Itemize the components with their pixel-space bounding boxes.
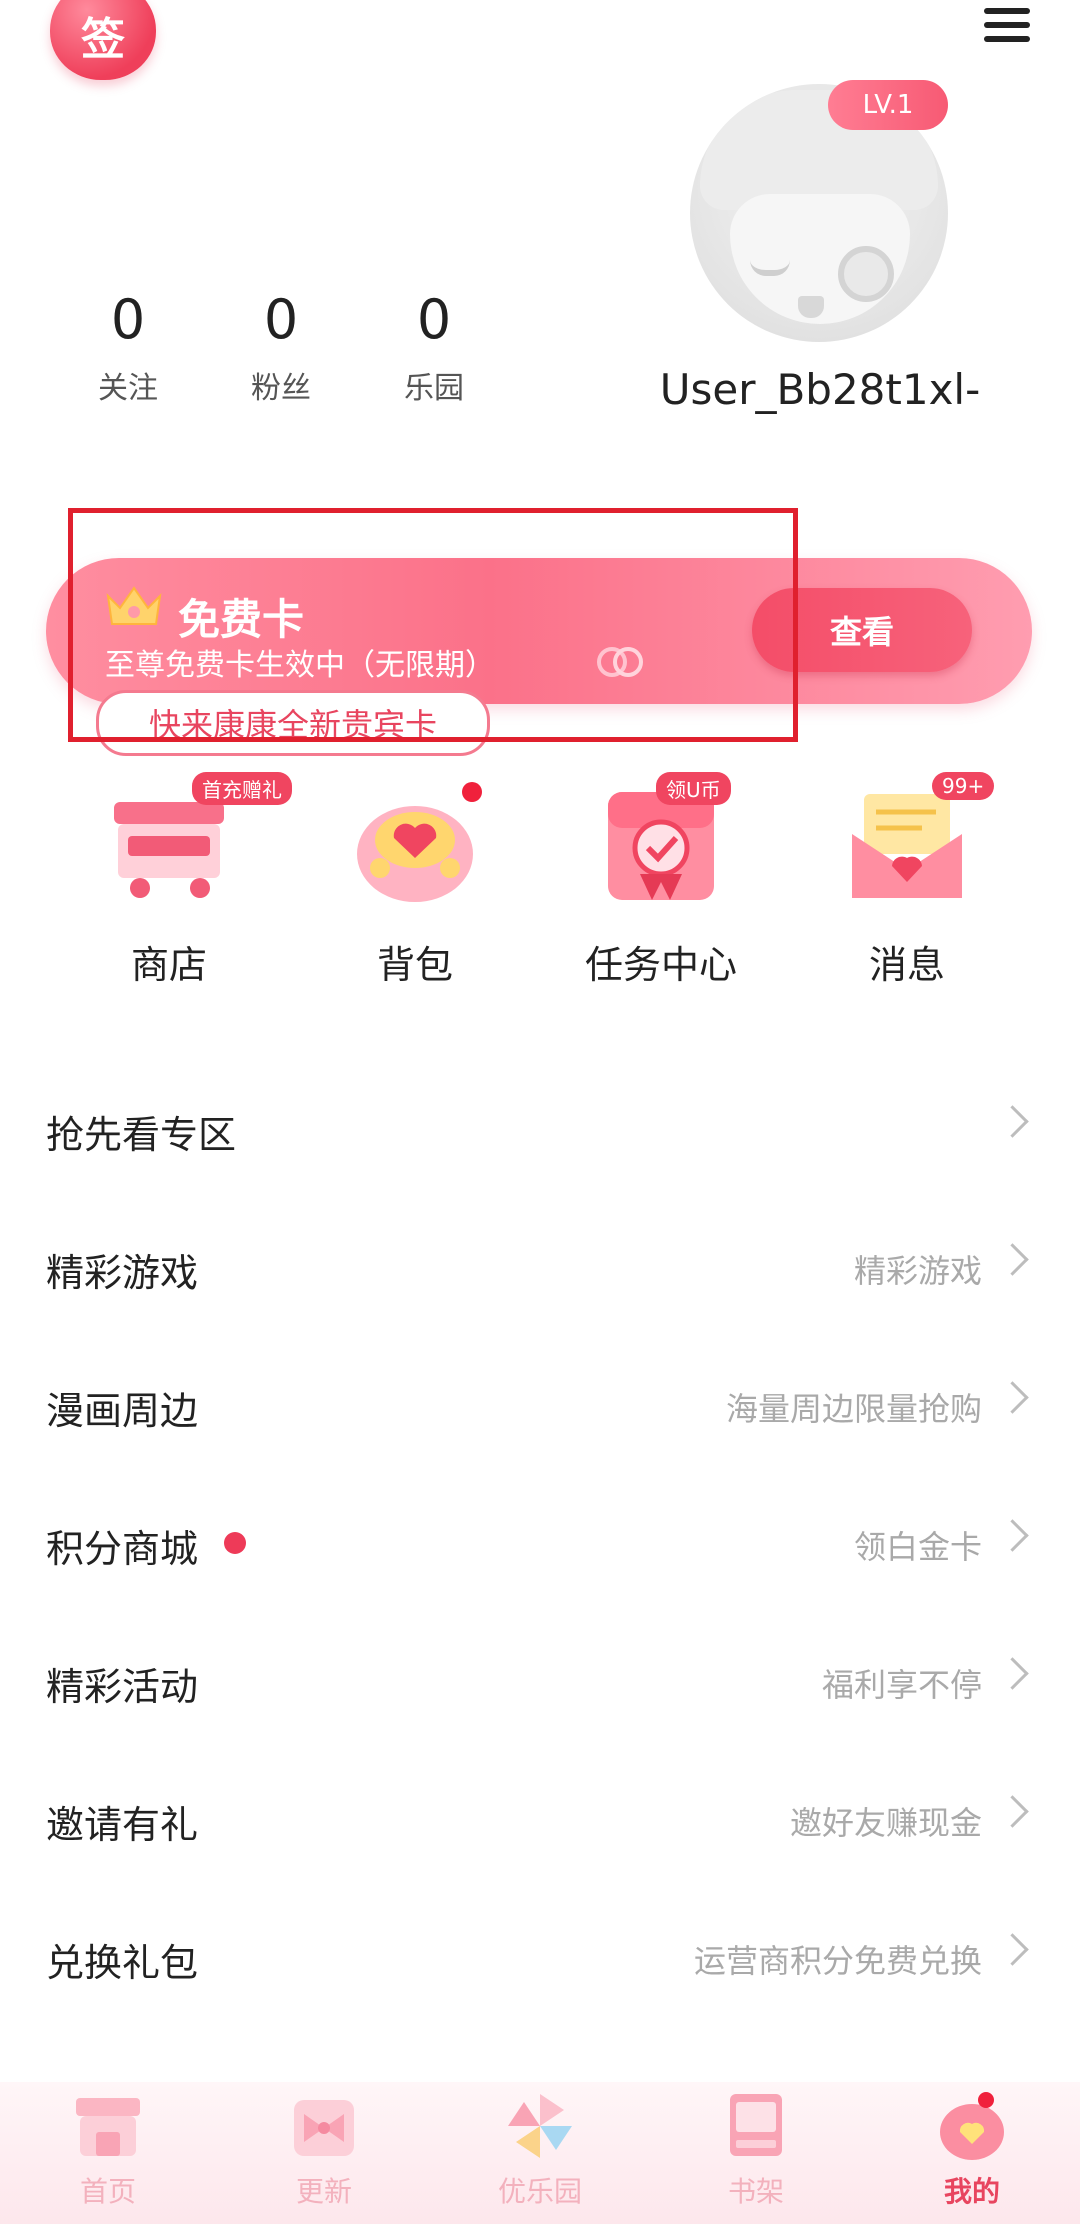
menu-title: 漫画周边	[46, 1389, 199, 1433]
menu-subtitle: 精彩游戏	[853, 1252, 982, 1290]
grid-item-task-center[interactable]: 领U币 任务中心	[556, 772, 766, 989]
menu-row-games[interactable]: 精彩游戏 精彩游戏	[0, 1200, 1080, 1338]
task-gift-icon: 领U币	[596, 772, 731, 908]
sign-in-label: 签	[81, 14, 125, 65]
backpack-icon	[350, 778, 482, 908]
menu-title: 兑换礼包	[46, 1941, 199, 1985]
tab-label: 我的	[943, 2175, 1000, 2208]
menu-subtitle: 邀好友赚现金	[789, 1804, 982, 1842]
hamburger-menu-icon[interactable]	[984, 8, 1030, 48]
notification-dot	[224, 1532, 246, 1554]
tab-label: 书架	[727, 2175, 784, 2208]
menu-title: 精彩游戏	[46, 1251, 199, 1295]
shop-tag: 首充赠礼	[192, 772, 292, 805]
menu-row-redeem[interactable]: 兑换礼包 运营商积分免费兑换	[0, 1890, 1080, 2028]
shop-cart-icon: 首充赠礼	[104, 772, 292, 908]
update-bow-icon	[294, 2100, 354, 2156]
stat-follow-label: 关注	[98, 371, 158, 406]
menu-row-invite[interactable]: 邀请有礼 邀好友赚现金	[0, 1752, 1080, 1890]
stat-fans[interactable]: 0 粉丝	[211, 288, 351, 407]
menu-subtitle: 海量周边限量抢购	[725, 1390, 982, 1428]
tab-label: 更新	[295, 2175, 352, 2208]
chevron-right-icon	[996, 1795, 1029, 1828]
backpack-dot	[462, 782, 482, 802]
bookshelf-icon	[730, 2094, 782, 2156]
tab-bookshelf[interactable]: 书架	[648, 2086, 864, 2210]
stat-fans-value: 0	[263, 288, 299, 351]
menu-subtitle: 领白金卡	[853, 1528, 982, 1566]
stat-follow-value: 0	[110, 288, 146, 351]
menu-subtitle: 运营商积分免费兑换	[693, 1942, 982, 1980]
chevron-right-icon	[996, 1381, 1029, 1414]
menu-title: 邀请有礼	[46, 1803, 199, 1847]
highlight-box	[68, 508, 798, 742]
stat-follow[interactable]: 0 关注	[58, 288, 198, 407]
chevron-right-icon	[996, 1519, 1029, 1552]
heart-bag-icon	[940, 2092, 1004, 2160]
task-tag: 领U币	[656, 772, 731, 805]
message-count-badge: 99+	[932, 772, 995, 800]
stat-park[interactable]: 0 乐园	[364, 288, 504, 407]
tab-update[interactable]: 更新	[216, 2086, 432, 2210]
chevron-right-icon	[996, 1933, 1029, 1966]
tab-label: 首页	[79, 2175, 136, 2208]
stat-fans-label: 粉丝	[251, 371, 311, 406]
level-badge: LV.1	[828, 80, 948, 130]
username[interactable]: User_Bb28t1xl-	[655, 365, 985, 414]
menu-title: 积分商城	[46, 1527, 199, 1571]
stat-park-value: 0	[416, 288, 452, 351]
stat-park-label: 乐园	[404, 371, 464, 406]
menu-row-merch[interactable]: 漫画周边 海量周边限量抢购	[0, 1338, 1080, 1476]
chevron-right-icon	[996, 1657, 1029, 1690]
tab-home[interactable]: 首页	[0, 2086, 216, 2210]
pinwheel-icon	[508, 2094, 572, 2158]
grid-item-shop[interactable]: 首充赠礼 商店	[64, 772, 292, 989]
menu-row-preview-zone[interactable]: 抢先看专区	[0, 1062, 1080, 1200]
grid-label-backpack: 背包	[376, 943, 453, 987]
menu-title: 抢先看专区	[46, 1113, 237, 1157]
chevron-right-icon	[996, 1243, 1029, 1276]
grid-label-task-center: 任务中心	[584, 943, 737, 987]
menu-row-points-mall[interactable]: 积分商城 领白金卡	[0, 1476, 1080, 1614]
grid-label-shop: 商店	[130, 943, 207, 987]
grid-item-backpack[interactable]: 背包	[310, 778, 520, 989]
grid-label-messages: 消息	[868, 943, 945, 987]
menu-title: 精彩活动	[46, 1665, 199, 1709]
sign-in-badge[interactable]: 签	[50, 0, 156, 80]
grid-item-messages[interactable]: 99+ 消息	[802, 772, 1012, 989]
menu-row-events[interactable]: 精彩活动 福利享不停	[0, 1614, 1080, 1752]
home-store-icon	[76, 2098, 140, 2156]
menu-subtitle: 福利享不停	[821, 1666, 982, 1704]
tab-label: 优乐园	[497, 2175, 582, 2208]
chevron-right-icon	[996, 1105, 1029, 1138]
tab-park[interactable]: 优乐园	[432, 2086, 648, 2210]
message-envelope-icon: 99+	[842, 772, 995, 908]
tab-mine[interactable]: 我的	[864, 2086, 1080, 2210]
